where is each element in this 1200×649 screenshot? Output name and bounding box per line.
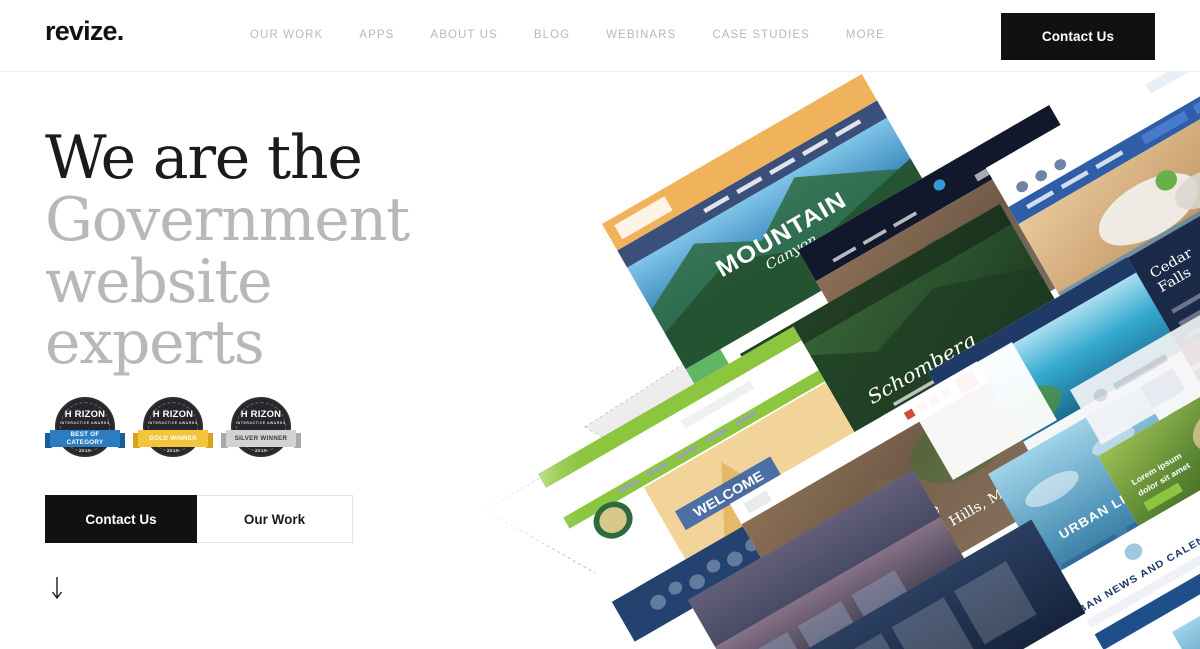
ribbon-body: SILVER WINNER [226,430,296,448]
site-header: revize. OUR WORK APPS ABOUT US BLOG WEBI… [0,0,1200,72]
badge-year: 2019 [166,448,180,454]
badge-brand: H RIZON [64,409,106,421]
badge-award-label: GOLD WINNER [149,435,197,443]
badge-award-label: SILVER WINNER [234,435,288,443]
ribbon-body: BEST OF CATEGORY [50,430,120,448]
hero-content: We are the Government website experts H … [45,123,465,603]
badge-subtitle: INTERACTIVE AWARDS [148,421,198,426]
badge-award-label: BEST OF CATEGORY [66,431,104,446]
badge-ribbon: BEST OF CATEGORY [45,430,125,449]
badge-subtitle: INTERACTIVE AWARDS [60,421,110,426]
headline-line-3: website experts [45,246,273,379]
arrow-down-icon[interactable] [50,575,70,603]
badge-brand: H RIZON [240,409,282,421]
headline-line-1: We are the [45,123,363,193]
award-badges: H RIZON INTERACTIVE AWARDS BEST OF CATEG… [45,397,465,459]
badge-ribbon: GOLD WINNER [133,430,213,449]
hero-section: MOUNTAIN Canyon Cedar Falls Schomberg WE… [0,72,1200,649]
badge-brand: H RIZON [152,409,194,421]
badge-year: 2019 [78,448,92,454]
nav-item-our-work[interactable]: OUR WORK [250,27,323,43]
brand-logo[interactable]: revize. [45,18,124,45]
nav-item-more[interactable]: MORE [846,27,885,43]
badge-year: 2019 [254,448,268,454]
hero-our-work-button[interactable]: Our Work [197,495,353,544]
badge-subtitle: INTERACTIVE AWARDS [236,421,286,426]
headline-line-2: Government [45,184,410,255]
hero-cta-group: Contact Us Our Work [45,495,353,544]
collage-graphic: MOUNTAIN Canyon Cedar Falls Schomberg WE… [430,72,1200,649]
nav-item-about-us[interactable]: ABOUT US [430,27,497,43]
award-badge-silver-winner: H RIZON INTERACTIVE AWARDS SILVER WINNER… [221,397,301,459]
main-navigation: OUR WORK APPS ABOUT US BLOG WEBINARS CAS… [250,27,885,43]
page-title: We are the Government website experts [45,123,465,379]
ribbon-body: GOLD WINNER [138,430,208,448]
website-collage: MOUNTAIN Canyon Cedar Falls Schomberg WE… [430,72,1200,649]
nav-item-webinars[interactable]: WEBINARS [606,27,676,43]
award-badge-best-of-category: H RIZON INTERACTIVE AWARDS BEST OF CATEG… [45,397,125,459]
header-contact-us-button[interactable]: Contact Us [1001,13,1155,60]
badge-ribbon: SILVER WINNER [221,430,301,449]
nav-item-blog[interactable]: BLOG [534,27,570,43]
nav-item-case-studies[interactable]: CASE STUDIES [712,27,810,43]
hero-contact-us-button[interactable]: Contact Us [45,495,197,544]
nav-item-apps[interactable]: APPS [359,27,394,43]
award-badge-gold-winner: H RIZON INTERACTIVE AWARDS GOLD WINNER 2… [133,397,213,459]
